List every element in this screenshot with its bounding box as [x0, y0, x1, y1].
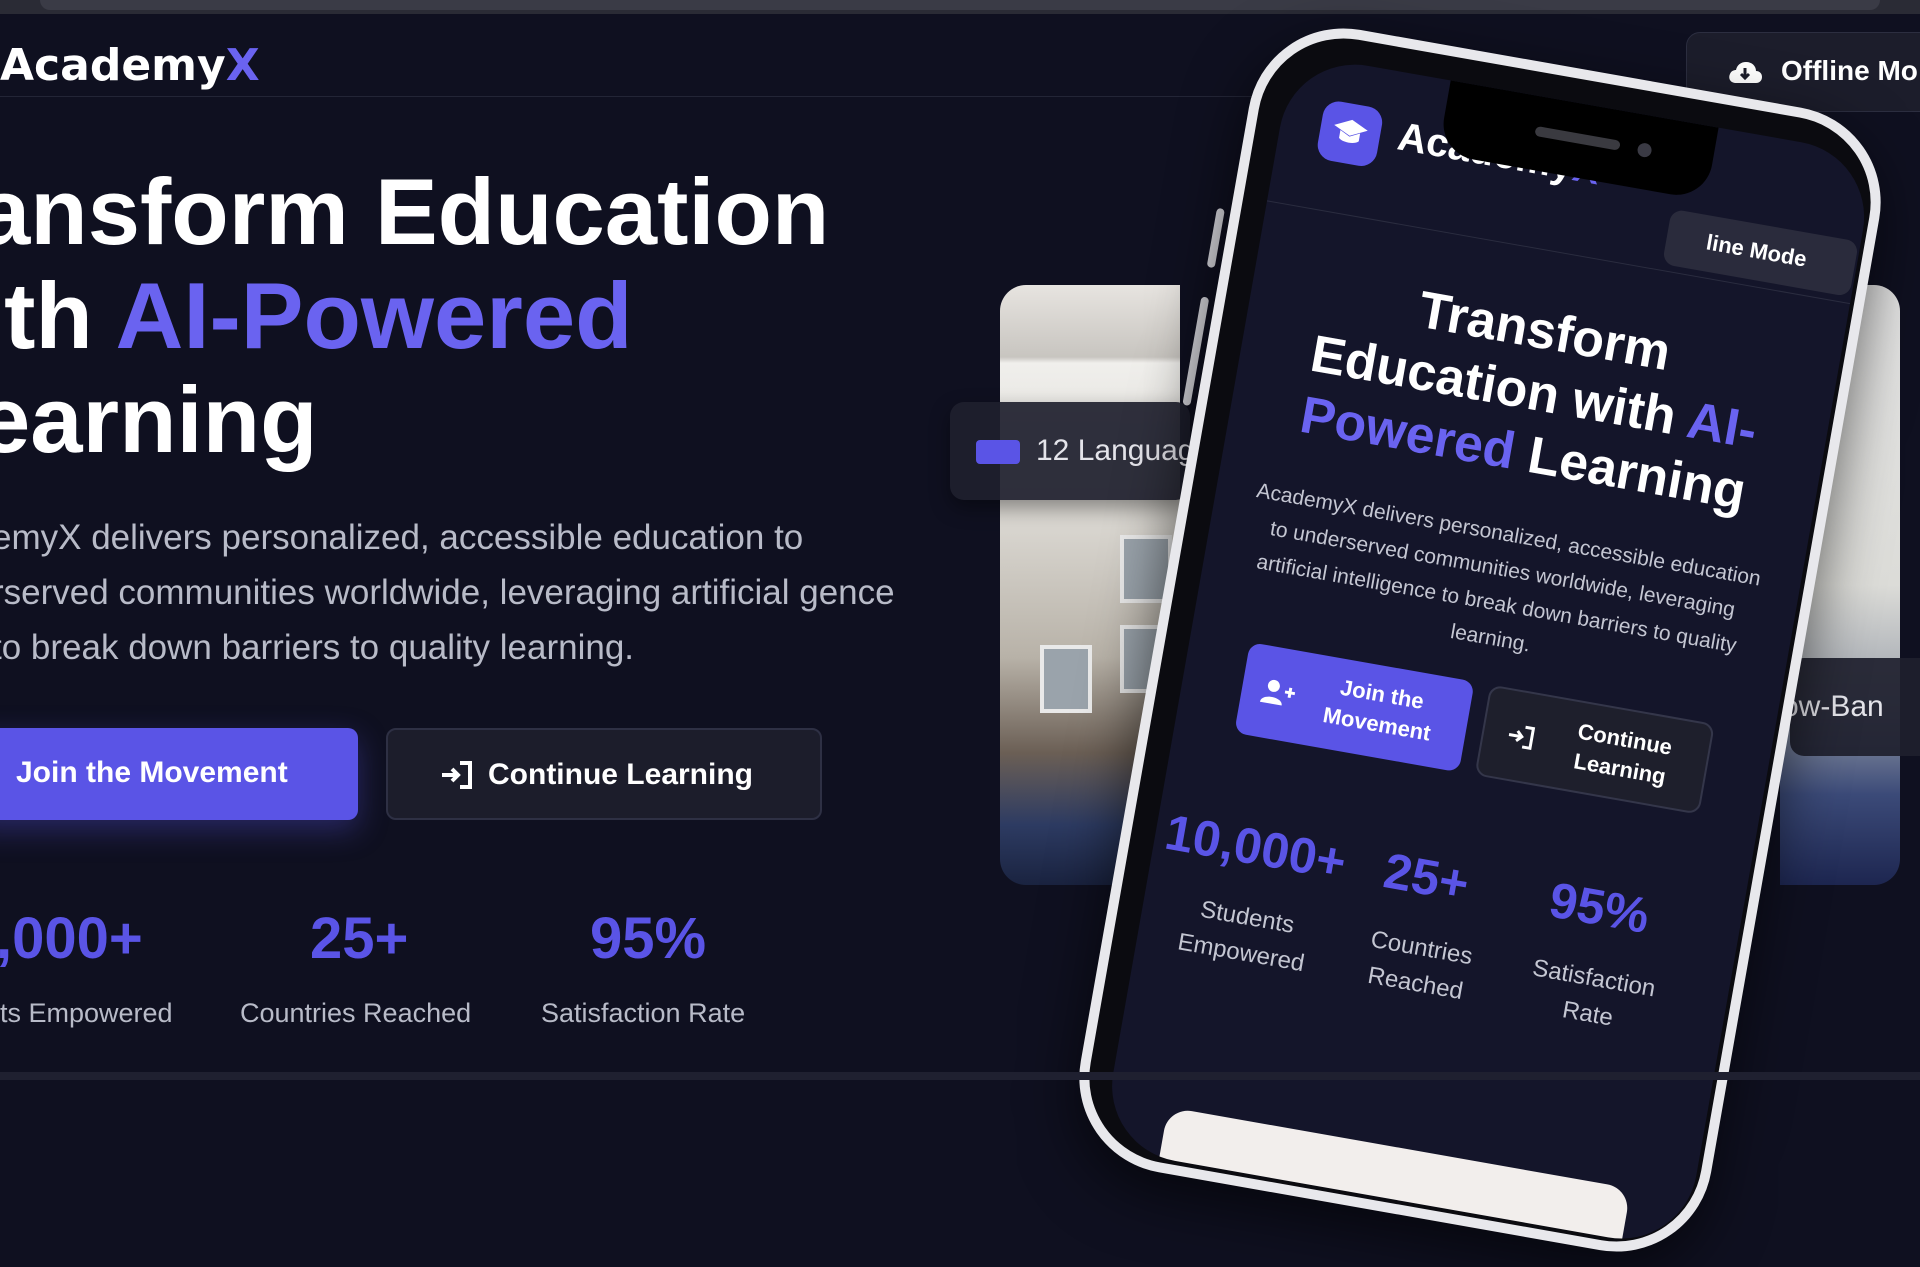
languages-badge-label: 12 Languag	[1036, 434, 1195, 467]
stat-students-value: ,000+	[0, 906, 143, 971]
phone-stat-students-value: 10,000+	[1161, 803, 1351, 891]
language-icon	[976, 440, 1020, 464]
continue-learning-label: Continue Learning	[488, 758, 753, 791]
stat-satisfaction-value: 95%	[590, 906, 707, 971]
phone-continue-button[interactable]: Continue Learning	[1474, 684, 1715, 815]
hero-title-accent: AI-Powered	[115, 263, 633, 368]
offline-mode-label: Offline Mo	[1781, 55, 1918, 86]
bottom-bar	[0, 1072, 1920, 1080]
phone-speaker	[1534, 125, 1621, 151]
cloud-download-icon	[1729, 62, 1762, 83]
join-movement-button[interactable]: Join the Movement	[0, 728, 358, 820]
graduation-cap-icon	[1334, 119, 1368, 143]
sign-in-icon	[1508, 725, 1536, 751]
phone-continue-label: Continue Learning	[1571, 718, 1675, 790]
sign-in-icon	[442, 761, 472, 789]
hero-title-line2-prefix: ith	[0, 263, 93, 368]
stat-countries-label: Countries Reached	[240, 998, 472, 1028]
languages-badge: 12 Languag	[950, 402, 1195, 500]
hero-title-line3: earning	[0, 367, 318, 472]
phone-stat-countries-value: 25+	[1379, 842, 1474, 913]
phone-offline-label: line Mode	[1704, 229, 1809, 272]
phone-camera	[1636, 142, 1653, 159]
phone-join-button[interactable]: Join the Movement	[1234, 642, 1475, 773]
stat-students-label: ts Empowered	[0, 998, 173, 1028]
low-bandwidth-badge-label: ow-Ban	[1790, 690, 1884, 723]
user-plus-icon	[1259, 679, 1296, 706]
continue-learning-button[interactable]: Continue Learning	[386, 728, 822, 820]
stat-countries-value: 25+	[310, 906, 409, 971]
stat-satisfaction-label: Satisfaction Rate	[541, 998, 746, 1028]
hero-title: ansform Education ith AI-Powered earning	[0, 160, 829, 472]
phone-next-section-card	[1157, 1106, 1632, 1248]
logo-text: Academy	[0, 40, 226, 91]
browser-top-bar	[0, 0, 1920, 14]
logo[interactable]: AcademyX	[0, 40, 260, 91]
phone-offline-button[interactable]: line Mode	[1662, 208, 1859, 297]
hero-title-line2: ith AI-Powered	[0, 264, 829, 368]
join-movement-label: Join the Movement	[16, 756, 288, 789]
hero-title-line1: ansform Education	[0, 159, 830, 264]
hero-description: emyX delivers personalized, accessible e…	[0, 518, 895, 667]
phone-logo-badge	[1315, 98, 1385, 169]
phone-stat-countries-label: Countries Reached	[1365, 925, 1475, 1006]
phone-stat-students-label: Students Empowered	[1175, 895, 1307, 978]
logo-accent: X	[225, 40, 260, 91]
low-bandwidth-badge: ow-Ban	[1790, 658, 1920, 756]
phone-join-label: Join the Movement	[1321, 674, 1433, 746]
phone-stat-satisfaction-value: 95%	[1545, 871, 1654, 945]
phone-title-line2-accent: AI-	[1682, 391, 1762, 461]
phone-stat-satisfaction-label: Satisfaction Rate	[1530, 954, 1658, 1032]
